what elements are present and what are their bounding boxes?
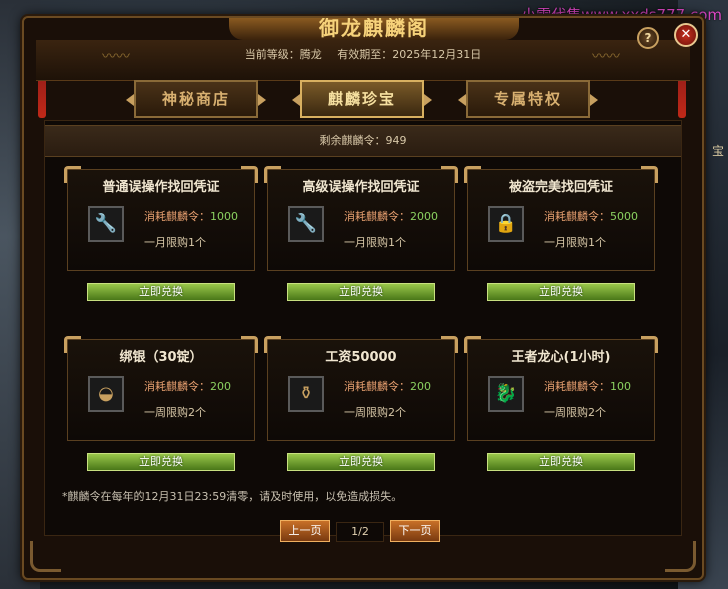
cost-label: 消耗麒麟令： (544, 210, 610, 223)
item-title: 王者龙心(1小时) (511, 350, 611, 365)
cost-label: 消耗麒麟令： (544, 380, 610, 393)
gold-jar-icon[interactable]: ⚱ (288, 376, 324, 412)
item-title: 工资50000 (325, 350, 397, 365)
pagination: 上一页 1/2 下一页 (280, 520, 440, 542)
item-limit: 一月限购1个 (344, 236, 406, 249)
item-cost: 消耗麒麟令：200 (144, 378, 231, 394)
redeem-button[interactable]: 立即兑换 (487, 453, 635, 471)
redeem-button[interactable]: 立即兑换 (87, 283, 235, 301)
cost-value: 5000 (610, 210, 638, 223)
tab-label: 专属特权 (493, 90, 562, 108)
item-cost: 消耗麒麟令：1000 (144, 208, 238, 224)
notice-text: *麒麟令在每年的12月31日23:59清零，请及时使用，以免造成损失。 (62, 490, 403, 503)
wrench-icon[interactable]: 🔧 (88, 206, 124, 242)
remaining-tokens: 剩余麒麟令：949 (45, 125, 681, 157)
tab-bar: 神秘商店 麒麟珍宝 专属特权 (126, 80, 604, 120)
cloud-ornament-right: 〰〰 (592, 49, 620, 65)
tab-mystery-shop[interactable]: 神秘商店 (126, 80, 266, 118)
item-title: 绑银（30锭） (119, 350, 203, 365)
header-bar: 〰〰 当前等级：腾龙 有效期至：2025年12月31日 〰〰 (36, 40, 690, 81)
background-glyph: 宝 (711, 144, 724, 158)
cost-label: 消耗麒麟令： (144, 380, 210, 393)
item-cost: 消耗麒麟令：2000 (344, 208, 438, 224)
tab-arrow-right (424, 94, 432, 106)
tab-label: 麒麟珍宝 (327, 90, 396, 108)
tab-exclusive-privilege[interactable]: 专属特权 (458, 80, 598, 118)
dragon-head-icon[interactable]: 🐉 (488, 376, 524, 412)
close-button[interactable]: ✕ (674, 23, 698, 47)
item-cost: 消耗麒麟令：200 (344, 378, 431, 394)
item-cost: 消耗麒麟令：100 (544, 378, 631, 394)
redeem-button[interactable]: 立即兑换 (287, 283, 435, 301)
corner-ornament-br (665, 541, 696, 572)
item-card: 工资50000 ⚱ 消耗麒麟令：200 一周限购2个 (264, 336, 458, 441)
wrench-icon[interactable]: 🔧 (288, 206, 324, 242)
corner-ornament-bl (30, 541, 61, 572)
cost-value: 200 (210, 380, 231, 393)
item-title: 被盗完美找回凭证 (508, 180, 613, 195)
tab-arrow-left (126, 94, 134, 106)
tab-arrow-right (258, 94, 266, 106)
cost-label: 消耗麒麟令： (144, 210, 210, 223)
cost-value: 100 (610, 380, 631, 393)
tab-arrow-right (590, 94, 598, 106)
item-card: 被盗完美找回凭证 🔒 消耗麒麟令：5000 一月限购1个 (464, 166, 658, 271)
item-card: 绑银（30锭） ◒ 消耗麒麟令：200 一周限购2个 (64, 336, 258, 441)
content-panel: 剩余麒麟令：949 普通误操作找回凭证 🔧 消耗麒麟令：1000 一月限购1个 … (44, 120, 682, 536)
tab-arrow-left (292, 94, 300, 106)
cost-value: 1000 (210, 210, 238, 223)
cost-label: 消耗麒麟令： (344, 210, 410, 223)
item-limit: 一周限购2个 (344, 406, 406, 419)
item-card: 高级误操作找回凭证 🔧 消耗麒麟令：2000 一月限购1个 (264, 166, 458, 271)
exchange-window: 御龙麒麟阁 〰〰 当前等级：腾龙 有效期至：2025年12月31日 〰〰 ? ✕… (22, 16, 704, 580)
page-indicator: 1/2 (336, 522, 384, 542)
expiry-label: 有效期至：2025年12月31日 (337, 48, 482, 61)
prev-page-button[interactable]: 上一页 (280, 520, 330, 542)
cost-value: 2000 (410, 210, 438, 223)
redeem-button[interactable]: 立即兑换 (487, 283, 635, 301)
tab-arrow-left (458, 94, 466, 106)
level-label: 当前等级：腾龙 (244, 48, 322, 61)
window-title: 御龙麒麟阁 (229, 18, 519, 40)
item-limit: 一周限购2个 (544, 406, 606, 419)
help-button[interactable]: ? (637, 27, 659, 49)
next-page-button[interactable]: 下一页 (390, 520, 440, 542)
item-limit: 一周限购2个 (144, 406, 206, 419)
tab-label: 神秘商店 (161, 90, 230, 108)
item-title: 高级误操作找回凭证 (302, 180, 420, 195)
lock-icon[interactable]: 🔒 (488, 206, 524, 242)
item-card: 王者龙心(1小时) 🐉 消耗麒麟令：100 一周限购2个 (464, 336, 658, 441)
redeem-button[interactable]: 立即兑换 (87, 453, 235, 471)
item-limit: 一月限购1个 (544, 236, 606, 249)
silver-ingot-icon[interactable]: ◒ (88, 376, 124, 412)
cost-value: 200 (410, 380, 431, 393)
redeem-button[interactable]: 立即兑换 (287, 453, 435, 471)
cost-label: 消耗麒麟令： (344, 380, 410, 393)
tab-qilin-treasure[interactable]: 麒麟珍宝 (292, 80, 432, 118)
item-title: 普通误操作找回凭证 (102, 180, 220, 195)
item-card: 普通误操作找回凭证 🔧 消耗麒麟令：1000 一月限购1个 (64, 166, 258, 271)
item-limit: 一月限购1个 (144, 236, 206, 249)
item-cost: 消耗麒麟令：5000 (544, 208, 638, 224)
